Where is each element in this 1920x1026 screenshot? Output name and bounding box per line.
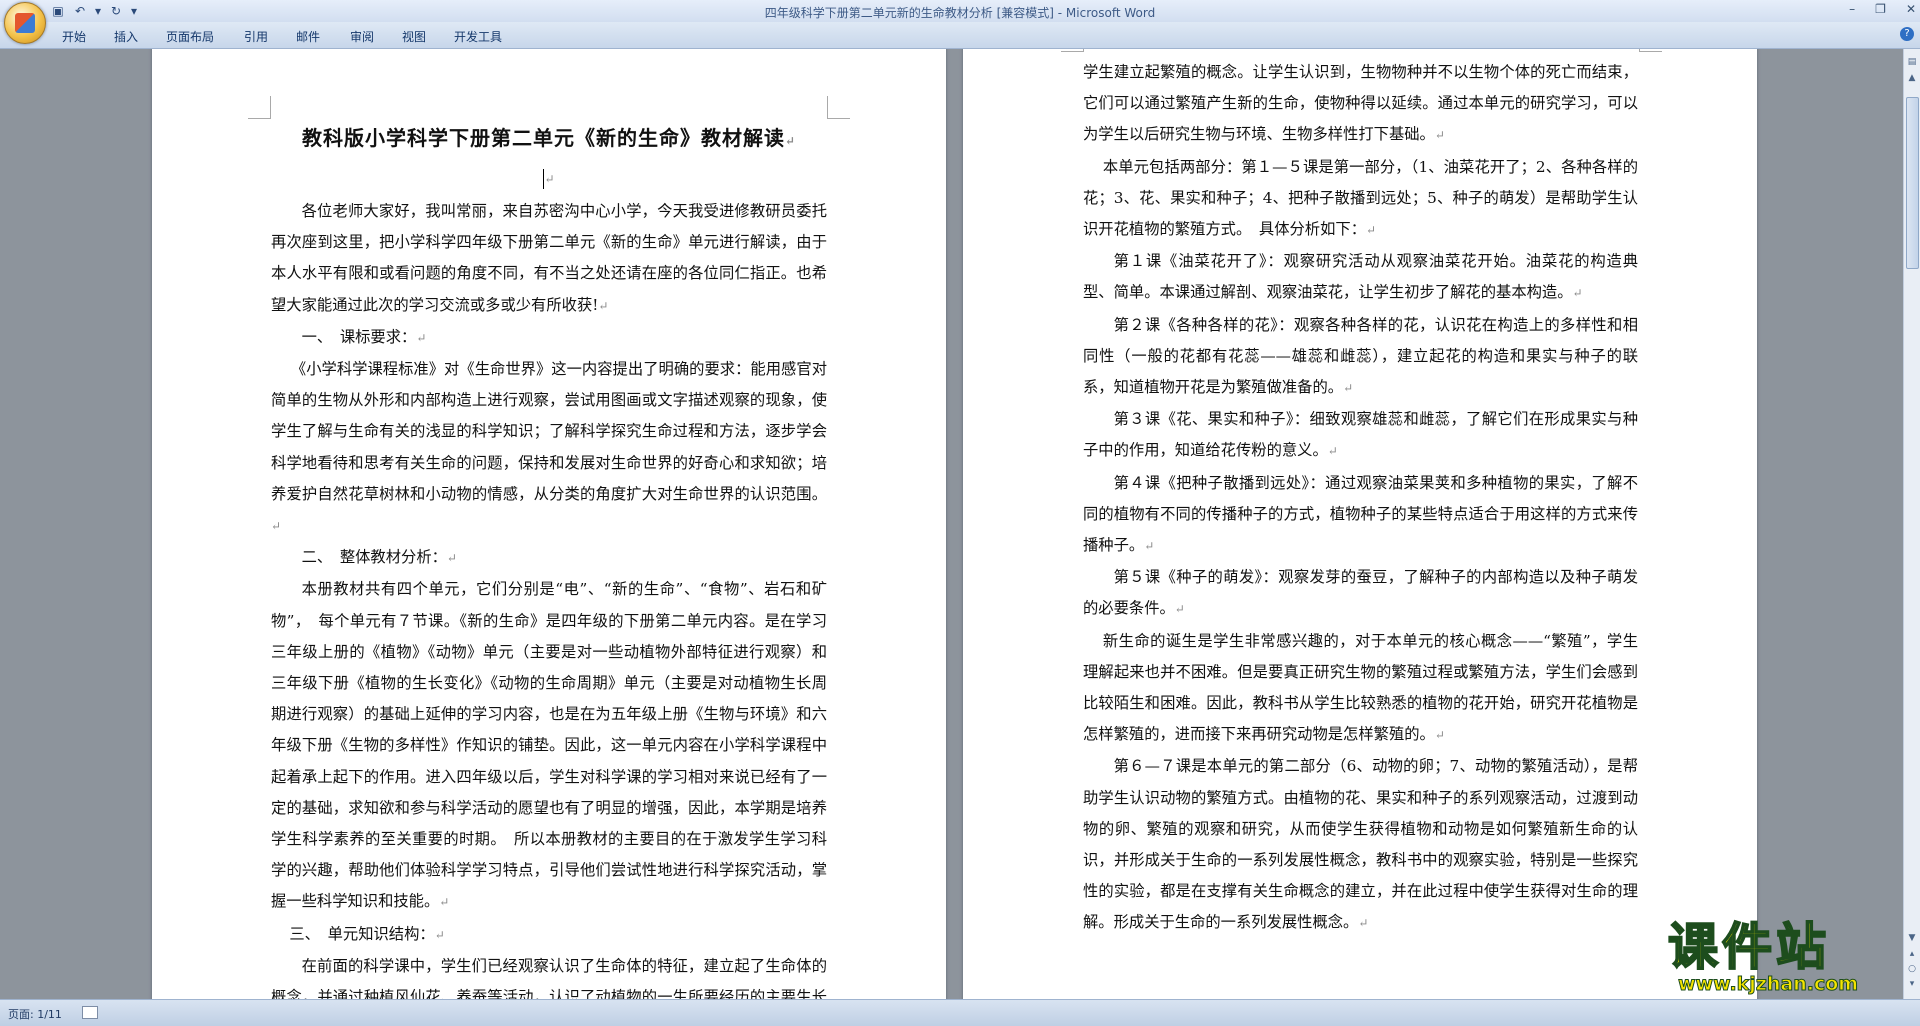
status-bar: 页面: 1/11 [0,999,1920,1026]
paragraph: 第４课《把种子散播到远处》：通过观察油菜果荚和多种植物的果实，了解不同的植物有不… [1083,473,1638,555]
document-area[interactable]: 教科版小学科学下册第二单元《新的生命》教材解读↵ ↵ 各位老师大家好，我叫常丽，… [0,49,1904,999]
document-title: 教科版小学科学下册第二单元《新的生命》教材解读 [301,126,785,150]
paragraph-mark: ↵ [1327,444,1338,459]
crop-mark [248,96,271,119]
paragraph: 本册教材共有四个单元，它们分别是“电”、“新的生命”、“食物”、岩石和矿物”， … [271,580,827,911]
tab-mailings[interactable]: 邮件 [296,28,320,45]
paragraph-mark: ↵ [1144,539,1155,554]
tab-review[interactable]: 审阅 [350,28,374,45]
document-page-2[interactable]: 学生建立起繁殖的概念。让学生认识到，生物物种并不以生物个体的死亡而结束，它们可以… [963,49,1757,999]
paragraph-mark: ↵ [434,927,445,942]
paragraph-mark: ↵ [416,330,427,345]
scroll-thumb[interactable] [1906,97,1919,269]
paragraph: 本单元包括两部分：第１—５课是第一部分，（1、油菜花开了；2、各种各样的花；3、… [1083,157,1638,239]
paragraph-mark: ↵ [1434,128,1445,143]
window-title: 四年级科学下册第二单元新的生命教材分析 [兼容模式] - [764,6,1066,20]
office-button[interactable] [4,2,46,44]
previous-page-icon[interactable]: ▴ [1906,949,1918,961]
scroll-up-icon[interactable]: ▲ [1906,73,1918,85]
paragraph-mark: ↵ [1174,602,1185,617]
window-app-name: Microsoft Word [1065,6,1156,20]
ruler-toggle-icon[interactable]: ▤ [1906,57,1918,69]
tab-page-layout[interactable]: 页面布局 [166,28,214,45]
paragraph: 第２课《各种各样的花》：观察各种各样的花，认识花在构造上的多样性和相同性（一般的… [1083,315,1638,397]
paragraph: 第５课《种子的萌发》：观察发芽的蚕豆，了解种子的内部构造以及种子萌发的必要条件。 [1083,568,1638,618]
paragraph-mark: ↵ [271,519,282,534]
paragraph: 第６—７课是本单元的第二部分（6、动物的卵；7、动物的繁殖活动），是帮助学生认识… [1083,757,1638,932]
paragraph-mark: ↵ [1358,916,1369,931]
tab-home[interactable]: 开始 [62,28,86,45]
language-icon[interactable] [82,1006,98,1019]
paragraph: 第１课《油菜花开了》：观察研究活动从观察油菜花开始。油菜花的构造典型、简单。本课… [1083,252,1638,302]
select-browse-object-icon[interactable]: ○ [1906,964,1918,976]
crop-mark [1639,49,1662,52]
vertical-scrollbar[interactable]: ▤ ▲ ▼ ▴ ○ ▾ [1903,49,1920,999]
minimize-button[interactable]: – [1849,2,1855,16]
section-heading: 一、 课标要求： [301,327,417,346]
crop-mark [1061,49,1084,52]
tab-insert[interactable]: 插入 [114,28,138,45]
paragraph-mark: ↵ [598,298,609,313]
paragraph: 各位老师大家好，我叫常丽，来自苏密沟中心小学，今天我受进修教研员委托再次座到这里… [271,202,827,314]
tab-references[interactable]: 引用 [244,28,268,45]
page-count[interactable]: 页面: 1/11 [8,1006,62,1022]
help-icon[interactable]: ? [1900,27,1914,41]
section-heading: 三、 单元知识结构： [289,924,435,943]
paragraph-mark: ↵ [446,551,457,566]
paragraph: 《小学科学课程标准》对《生命世界》这一内容提出了明确的要求：能用感官对简单的生物… [271,360,827,503]
tab-developer[interactable]: 开发工具 [454,28,502,45]
page-2-body[interactable]: 学生建立起繁殖的概念。让学生认识到，生物物种并不以生物个体的死亡而结束，它们可以… [1083,57,1638,940]
watermark-url: www.kjzhan.com [1678,973,1859,995]
page-1-body[interactable]: 教科版小学科学下册第二单元《新的生命》教材解读↵ ↵ 各位老师大家好，我叫常丽，… [271,115,827,999]
paragraph-mark: ↵ [1572,286,1583,301]
paragraph: 第３课《花、果实和种子》：细致观察雄蕊和雌蕊，了解它们在形成果实与种子中的作用，… [1083,410,1638,460]
ribbon-tab-bar: 开始 插入 页面布局 引用 邮件 审阅 视图 开发工具 ? [0,22,1920,49]
paragraph-mark: ↵ [1434,728,1445,743]
next-page-icon[interactable]: ▾ [1906,979,1918,991]
title-bar: ▣ ↶ ▾ ↻ ▾ 四年级科学下册第二单元新的生命教材分析 [兼容模式] - M… [0,0,1920,23]
paragraph-mark: ↵ [544,172,555,186]
paragraph: 在前面的科学课中，学生们已经观察认识了生命体的特征，建立起了生命体的概念，并通过… [271,956,827,999]
maximize-button[interactable]: ❐ [1875,2,1886,16]
scroll-down-icon[interactable]: ▼ [1906,933,1918,945]
paragraph-mark: ↵ [439,895,450,910]
tab-view[interactable]: 视图 [402,28,426,45]
watermark-logo: 课件站 www.kjzhan.com [1667,918,1898,995]
crop-mark [827,96,850,119]
paragraph: 学生建立起繁殖的概念。让学生认识到，生物物种并不以生物个体的死亡而结束，它们可以… [1083,63,1638,144]
paragraph: 新生命的诞生是学生非常感兴趣的，对于本单元的核心概念——“繁殖”，学生理解起来也… [1083,631,1638,744]
paragraph-mark: ↵ [784,134,797,148]
watermark-text: 课件站 [1667,918,1830,976]
document-page-1[interactable]: 教科版小学科学下册第二单元《新的生命》教材解读↵ ↵ 各位老师大家好，我叫常丽，… [152,49,946,999]
section-heading: 二、 整体教材分析： [301,548,447,567]
window-controls: – ❐ ✕ [1849,2,1916,16]
paragraph-mark: ↵ [1343,381,1354,396]
paragraph-mark: ↵ [1366,223,1377,238]
close-button[interactable]: ✕ [1906,2,1916,16]
office-logo-icon [15,13,35,33]
